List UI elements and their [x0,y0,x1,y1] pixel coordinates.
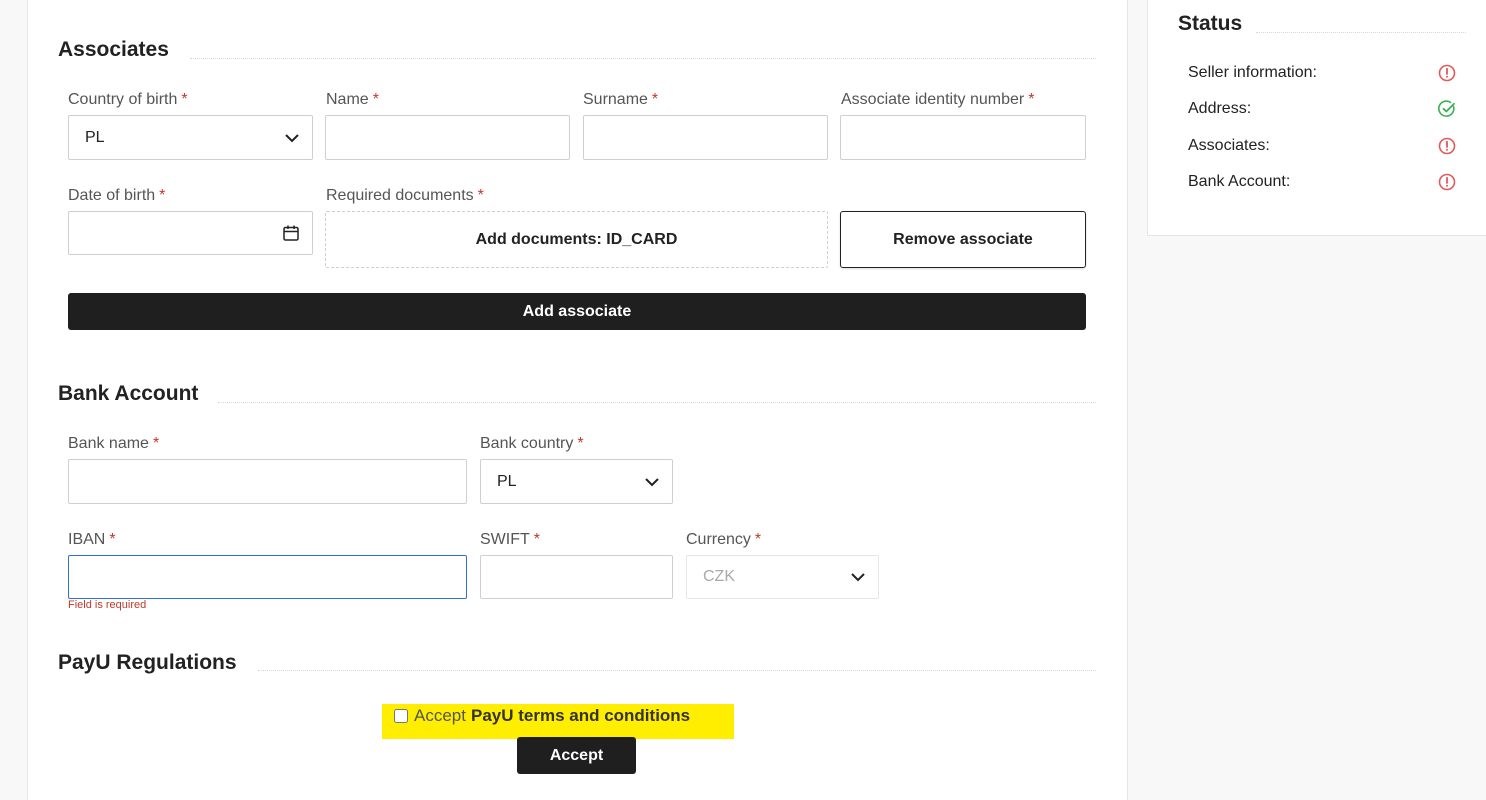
bank-name-input[interactable] [68,459,467,504]
surname-input[interactable] [583,115,828,160]
add-associate-button[interactable]: Add associate [68,293,1086,330]
accept-button[interactable]: Accept [517,737,636,774]
status-address-label: Address: [1188,100,1252,117]
iban-input[interactable] [68,555,467,599]
accept-terms-checkbox-row[interactable]: Accept PayU terms and conditions [394,705,690,727]
name-input[interactable] [325,115,570,160]
status-divider [1256,32,1466,33]
country-of-birth-value: PL [85,128,105,146]
associates-heading: Associates [58,38,169,61]
alert-circle-icon [1438,137,1456,155]
bank-account-divider [218,402,1096,403]
swift-input[interactable] [480,555,673,599]
date-of-birth-label: Date of birth * [68,187,166,204]
currency-value: CZK [703,568,735,585]
iban-error-message: Field is required [68,599,147,611]
country-of-birth-label: Country of birth * [68,91,188,108]
alert-circle-icon [1438,173,1456,191]
identity-number-label: Associate identity number * [841,91,1035,108]
surname-label: Surname * [583,91,659,108]
status-associates-label: Associates: [1188,137,1270,154]
add-documents-button[interactable]: Add documents: ID_CARD [325,211,828,268]
bank-account-heading: Bank Account [58,382,199,405]
iban-label: IBAN * [68,531,116,548]
payu-terms-link[interactable]: PayU terms and conditions [471,706,690,726]
chevron-down-icon [645,477,659,486]
check-circle-icon [1438,100,1455,117]
bank-country-select[interactable]: PL [480,459,673,504]
bank-country-value: PL [497,472,517,490]
chevron-down-icon [285,133,299,142]
name-label: Name * [326,91,379,108]
payu-regulations-divider [258,670,1096,671]
country-of-birth-select[interactable]: PL [68,115,313,160]
status-seller-information-label: Seller information: [1188,64,1317,81]
identity-number-input[interactable] [840,115,1086,160]
status-bank-account-label: Bank Account: [1188,173,1291,190]
alert-circle-icon [1438,64,1456,82]
chevron-down-icon [851,573,865,582]
swift-label: SWIFT * [480,531,540,548]
required-documents-label: Required documents * [326,187,484,204]
currency-select[interactable]: CZK [686,555,879,599]
accept-terms-checkbox[interactable] [394,709,408,723]
status-heading: Status [1178,12,1243,35]
payu-regulations-heading: PayU Regulations [58,651,237,674]
remove-associate-button[interactable]: Remove associate [840,211,1086,268]
bank-country-label: Bank country * [480,435,584,452]
associates-divider [190,58,1096,59]
date-of-birth-input[interactable] [68,211,313,255]
bank-name-label: Bank name * [68,435,160,452]
accept-prefix-text: Accept [414,706,466,725]
currency-label: Currency * [686,531,762,548]
calendar-icon[interactable] [282,224,300,242]
